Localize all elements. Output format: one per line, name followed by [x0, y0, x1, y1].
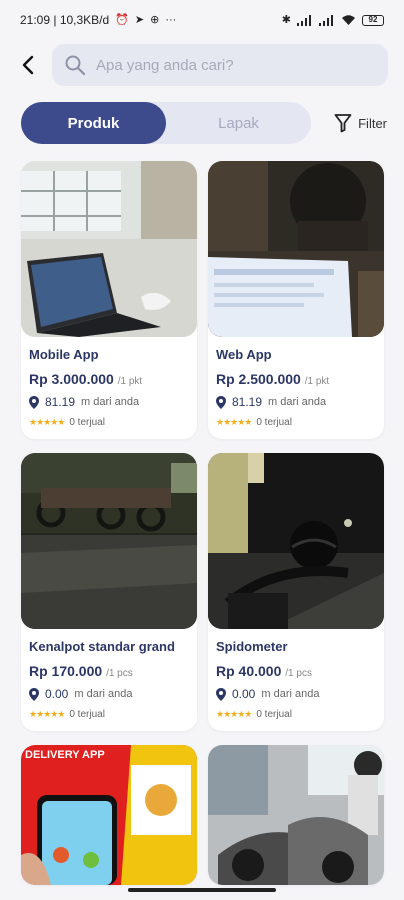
product-title: Web App	[216, 347, 272, 362]
distance-value: 81.19	[232, 395, 263, 409]
chevron-left-icon	[22, 55, 34, 75]
product-rating: ★★★★★ 0 terjual	[29, 709, 189, 720]
product-card[interactable]: DELIVERY APP	[21, 745, 197, 885]
signal-icon-2	[319, 14, 333, 26]
product-distance: 0.00 m dari anda	[29, 687, 189, 701]
product-card[interactable]: Web App Rp 2.500.000 /1 pkt 81.19 m dari…	[208, 161, 384, 439]
product-image	[21, 453, 197, 629]
product-distance: 81.19 m dari anda	[216, 395, 376, 409]
filter-button[interactable]: Filter	[334, 113, 387, 133]
price-unit: /1 pkt	[304, 376, 330, 387]
search-box[interactable]	[52, 44, 388, 86]
product-distance: 81.19 m dari anda	[29, 395, 189, 409]
product-title: Spidometer	[216, 639, 288, 654]
distance-suffix: m dari anda	[268, 396, 327, 408]
location-pin-icon	[29, 395, 39, 409]
product-rating: ★★★★★ 0 terjual	[216, 417, 376, 428]
tab-lapak[interactable]: Lapak	[166, 102, 311, 144]
price-unit: /1 pkt	[117, 376, 143, 387]
product-card[interactable]: Spidometer Rp 40.000 /1 pcs 0.00 m dari …	[208, 453, 384, 731]
location-pin-icon	[216, 395, 226, 409]
distance-value: 0.00	[232, 687, 256, 701]
search-header	[0, 42, 404, 88]
star-rating-icon: ★★★★★	[216, 709, 252, 719]
wifi-icon	[342, 15, 355, 25]
status-bar: 21:09 | 10,3KB/d ⏰ ➤ ⊕ ··· ✱ 92	[0, 0, 404, 40]
sold-count: 0 terjual	[256, 709, 292, 720]
sold-count: 0 terjual	[69, 417, 105, 428]
star-rating-icon: ★★★★★	[29, 417, 65, 427]
product-price: Rp 40.000 /1 pcs	[216, 663, 376, 679]
tab-bar: Produk Lapak	[21, 102, 311, 144]
more-notifications-icon: ···	[165, 13, 177, 26]
alarm-icon: ⏰	[115, 13, 129, 26]
product-distance: 0.00 m dari anda	[216, 687, 376, 701]
product-grid: Mobile App Rp 3.000.000 /1 pkt 81.19 m d…	[21, 161, 384, 885]
product-rating: ★★★★★ 0 terjual	[216, 709, 376, 720]
star-rating-icon: ★★★★★	[216, 417, 252, 427]
price-unit: /1 pcs	[285, 668, 312, 679]
product-price: Rp 170.000 /1 pcs	[29, 663, 189, 679]
notification-icon: ⊕	[150, 13, 160, 26]
distance-suffix: m dari anda	[81, 396, 140, 408]
product-image	[208, 745, 384, 885]
tab-produk[interactable]: Produk	[21, 102, 166, 144]
banner-caption: DELIVERY APP	[25, 749, 105, 761]
filter-icon	[334, 114, 352, 133]
price-value: Rp 2.500.000	[216, 371, 301, 387]
location-pin-icon	[216, 687, 226, 701]
search-icon	[65, 55, 86, 76]
price-value: Rp 3.000.000	[29, 371, 114, 387]
product-rating: ★★★★★ 0 terjual	[29, 417, 189, 428]
bluetooth-icon: ✱	[281, 13, 291, 26]
tabs-row: Produk Lapak Filter	[21, 102, 387, 144]
product-card[interactable]	[208, 745, 384, 885]
sold-count: 0 terjual	[69, 709, 105, 720]
search-input[interactable]	[96, 56, 376, 74]
home-indicator[interactable]	[128, 888, 276, 892]
product-image: DELIVERY APP	[21, 745, 197, 885]
product-card[interactable]: Mobile App Rp 3.000.000 /1 pkt 81.19 m d…	[21, 161, 197, 439]
product-title: Kenalpot standar grand	[29, 639, 175, 654]
status-time-network: 21:09 | 10,3KB/d	[20, 13, 110, 27]
filter-label: Filter	[358, 115, 387, 131]
product-image	[208, 453, 384, 629]
sold-count: 0 terjual	[256, 417, 292, 428]
location-pin-icon	[29, 687, 39, 701]
product-price: Rp 3.000.000 /1 pkt	[29, 371, 189, 387]
distance-suffix: m dari anda	[261, 688, 320, 700]
back-button[interactable]	[16, 53, 40, 77]
price-value: Rp 40.000	[216, 663, 282, 679]
telegram-icon: ➤	[134, 13, 145, 26]
price-unit: /1 pcs	[106, 668, 133, 679]
product-image	[21, 161, 197, 337]
product-card[interactable]: Kenalpot standar grand Rp 170.000 /1 pcs…	[21, 453, 197, 731]
distance-value: 81.19	[45, 395, 76, 409]
product-price: Rp 2.500.000 /1 pkt	[216, 371, 376, 387]
star-rating-icon: ★★★★★	[29, 709, 65, 719]
distance-value: 0.00	[45, 687, 69, 701]
signal-icon	[297, 14, 311, 26]
product-title: Mobile App	[29, 347, 99, 362]
price-value: Rp 170.000	[29, 663, 103, 679]
product-image	[208, 161, 384, 337]
battery-icon: 92	[362, 14, 384, 26]
distance-suffix: m dari anda	[74, 688, 133, 700]
